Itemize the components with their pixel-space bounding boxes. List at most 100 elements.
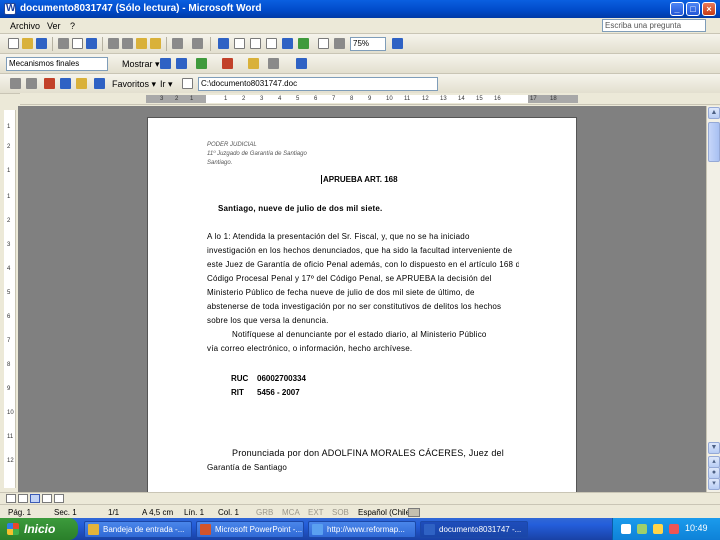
ruler-tick: 4 [278,96,282,102]
open-folder-icon[interactable] [22,38,33,49]
reject-change-icon[interactable] [222,58,233,69]
display-for-review-combo[interactable]: Mecanismos finales [6,57,108,71]
scroll-up-icon[interactable]: ▲ [708,107,720,119]
next-change-icon[interactable] [176,58,187,69]
task-word[interactable]: documento8031747 -... [420,521,528,538]
back-icon[interactable] [10,78,21,89]
task-label: documento8031747 -... [439,525,522,534]
show-hide-icon[interactable] [334,38,345,49]
document-map-icon[interactable] [318,38,329,49]
web-layout-icon[interactable] [18,494,28,503]
start-button[interactable]: Inicio [0,518,78,540]
ruler-tick: 1 [224,96,228,102]
hyperlink-icon[interactable] [218,38,229,49]
scroll-down-icon[interactable]: ▼ [708,442,720,454]
windows-logo-icon [7,523,19,535]
security-tray-icon[interactable] [669,524,679,534]
paragraph-line: vía correo electrónico, o información, h… [207,344,413,353]
drawing-icon[interactable] [298,38,309,49]
paragraph-line: este Juez de Garantía de oficio Penal ad… [207,260,519,269]
show-only-web-toolbar-icon[interactable] [182,78,193,89]
ruler-tick: 9 [7,386,11,392]
ruler-tick: 2 [242,96,246,102]
print-layout-icon[interactable] [30,494,40,503]
vertical-ruler[interactable]: 1 2 1 1 2 3 4 5 6 7 8 9 10 11 12 [4,110,16,488]
ask-question-input[interactable]: Escriba una pregunta [602,19,706,32]
track-changes-icon[interactable] [268,58,279,69]
internet-explorer-icon [312,524,323,535]
header-line: Santiago. [207,160,233,166]
columns-icon[interactable] [282,38,293,49]
insert-table-icon[interactable] [250,38,261,49]
mostrar-dropdown[interactable]: Mostrar ▾ [122,59,160,70]
zoom-combo[interactable]: 75% [350,37,386,51]
menu-archivo[interactable]: Archivo [10,21,40,31]
network-tray-icon[interactable] [637,524,647,534]
document-page[interactable]: PODER JUDICIAL 11º Juzgado de Garantía d… [147,117,577,492]
status-grb[interactable]: GRB [256,508,273,517]
task-browser[interactable]: http://www.reformap... [308,521,416,538]
maximize-button[interactable]: □ [686,2,700,16]
status-at: A 4,5 cm [142,508,174,517]
vertical-scrollbar[interactable]: ▲ ▼ ▴ ● ▾ [706,106,720,492]
close-button[interactable]: × [702,2,716,16]
menu-help[interactable]: ? [70,21,75,31]
scroll-thumb[interactable] [708,122,720,162]
paragraph-line: Código Procesal Penal y 17º del Código P… [207,274,492,283]
copy-icon[interactable] [122,38,133,49]
ruler-tick: 17 [530,96,537,102]
reading-layout-icon[interactable] [54,494,64,503]
home-icon[interactable] [76,78,87,89]
volume-tray-icon[interactable] [653,524,663,534]
help-tray-icon[interactable] [621,524,631,534]
paste-icon[interactable] [136,38,147,49]
system-tray: 10:49 [612,518,720,540]
spelling-icon[interactable] [86,38,97,49]
forward-icon[interactable] [26,78,37,89]
new-document-icon[interactable] [8,38,19,49]
tables-borders-icon[interactable] [234,38,245,49]
address-combo[interactable]: C:\documento8031747.doc [198,77,438,91]
rit-value: 5456 - 2007 [257,388,300,397]
insert-comment-icon[interactable] [248,58,259,69]
clock: 10:49 [685,523,708,533]
minimize-button[interactable]: _ [670,2,684,16]
search-web-icon[interactable] [94,78,105,89]
save-icon[interactable] [36,38,47,49]
status-sob[interactable]: SOB [332,508,349,517]
document-area[interactable]: PODER JUDICIAL 11º Juzgado de Garantía d… [18,106,706,492]
cut-icon[interactable] [108,38,119,49]
reviewing-pane-icon[interactable] [296,58,307,69]
view-buttons-bar [0,492,720,504]
help-icon[interactable] [392,38,403,49]
outline-view-icon[interactable] [42,494,52,503]
task-outlook[interactable]: Bandeja de entrada -... [84,521,192,538]
menu-ver[interactable]: Ver [47,21,61,31]
print-preview-icon[interactable] [72,38,83,49]
normal-view-icon[interactable] [6,494,16,503]
status-mca[interactable]: MCA [282,508,300,517]
ruler-tick: 1 [7,124,11,130]
ruc-row: RUC 06002700334 [231,374,306,383]
horizontal-ruler[interactable]: 3 2 1 1 2 3 4 5 6 7 8 9 10 11 12 13 14 1… [20,93,720,105]
accept-change-icon[interactable] [196,58,207,69]
ruler-tick: 11 [7,434,14,440]
redo-icon[interactable] [192,38,203,49]
header-line: 11º Juzgado de Garantía de Santiago [207,151,307,157]
print-icon[interactable] [58,38,69,49]
stop-icon[interactable] [44,78,55,89]
favoritos-dropdown[interactable]: Favoritos ▾ [112,79,156,90]
status-ext[interactable]: EXT [308,508,324,517]
previous-change-icon[interactable] [160,58,171,69]
ruler-tick: 3 [7,242,11,248]
task-powerpoint[interactable]: Microsoft PowerPoint -... [196,521,304,538]
refresh-icon[interactable] [60,78,71,89]
next-page-icon[interactable]: ▾ [708,478,720,490]
spelling-status-icon[interactable] [408,508,420,517]
undo-icon[interactable] [172,38,183,49]
insert-excel-icon[interactable] [266,38,277,49]
ir-dropdown[interactable]: Ir ▾ [160,79,173,90]
standard-toolbar: 75% [0,34,720,54]
ruler-tick: 9 [368,96,372,102]
format-painter-icon[interactable] [150,38,161,49]
